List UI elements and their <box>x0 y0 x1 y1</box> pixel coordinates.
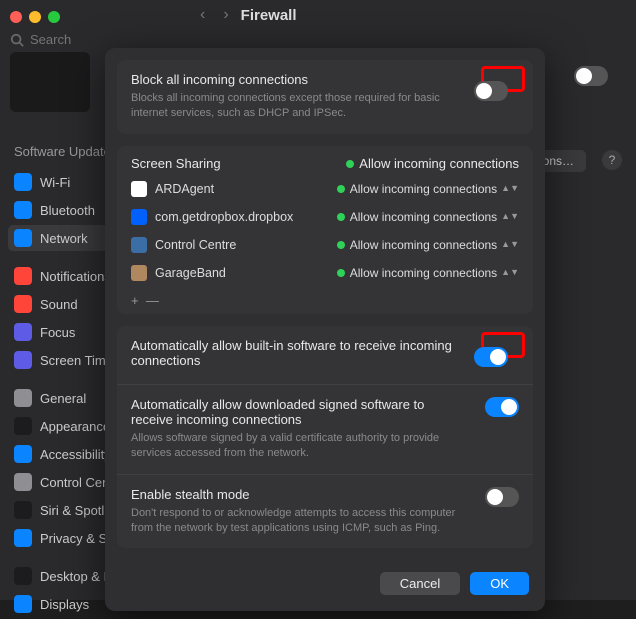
sidebar-icon <box>14 267 32 285</box>
sidebar-icon <box>14 229 32 247</box>
sidebar-item-label: General <box>40 391 86 406</box>
stealth-title: Enable stealth mode <box>131 487 519 502</box>
cancel-button[interactable]: Cancel <box>380 572 460 595</box>
app-status-dropdown[interactable]: Allow incoming connections▲▼ <box>337 266 519 280</box>
sidebar-item-label: Screen Time <box>40 353 113 368</box>
app-status-dropdown[interactable]: Allow incoming connections▲▼ <box>337 182 519 196</box>
auto-signed-toggle[interactable] <box>485 397 519 417</box>
stealth-desc: Don't respond to or acknowledge attempts… <box>131 506 519 537</box>
chevron-updown-icon: ▲▼ <box>501 270 519 275</box>
sidebar-icon <box>14 351 32 369</box>
window-close[interactable] <box>10 11 22 23</box>
page-title: Firewall <box>241 7 297 24</box>
window-minimize[interactable] <box>29 11 41 23</box>
sidebar-icon <box>14 323 32 341</box>
chevron-updown-icon: ▲▼ <box>501 214 519 219</box>
app-row[interactable]: com.getdropbox.dropbox Allow incoming con… <box>117 203 533 231</box>
search-input[interactable] <box>30 32 170 47</box>
app-row[interactable]: GarageBand Allow incoming connections▲▼ <box>117 259 533 287</box>
status-dot-icon <box>337 241 345 249</box>
app-name: ARDAgent <box>155 182 214 196</box>
sidebar-icon <box>14 529 32 547</box>
app-row[interactable]: ARDAgent Allow incoming connections▲▼ <box>117 175 533 203</box>
auto-builtin-title: Automatically allow built-in software to… <box>131 338 519 368</box>
highlight-box <box>481 66 525 92</box>
sidebar-icon <box>14 201 32 219</box>
sidebar-icon <box>14 417 32 435</box>
app-icon <box>131 181 147 197</box>
app-name: GarageBand <box>155 266 226 280</box>
sidebar-icon <box>14 567 32 585</box>
add-app-button[interactable]: + <box>131 293 139 308</box>
remove-app-button[interactable]: — <box>146 293 159 308</box>
help-button[interactable]: ? <box>602 150 622 170</box>
window-maximize[interactable] <box>48 11 60 23</box>
sidebar-icon <box>14 473 32 491</box>
sidebar-icon <box>14 173 32 191</box>
sidebar-item-label: Bluetooth <box>40 203 95 218</box>
sidebar-item-label: Displays <box>40 597 89 612</box>
ok-button[interactable]: OK <box>470 572 529 595</box>
sidebar-item-label: Notifications <box>40 269 111 284</box>
sidebar-item-label: Network <box>40 231 88 246</box>
app-name: Control Centre <box>155 238 236 252</box>
search-icon <box>10 33 24 47</box>
sidebar-item-label: Appearance <box>40 419 110 434</box>
sidebar-item-label: Focus <box>40 325 75 340</box>
app-icon <box>131 209 147 225</box>
status-dot-icon <box>337 213 345 221</box>
status-dot-icon <box>337 185 345 193</box>
sidebar-icon <box>14 501 32 519</box>
list-header-right: Allow incoming connections <box>346 156 519 171</box>
firewall-options-modal: Block all incoming connections Blocks al… <box>105 48 545 611</box>
auto-signed-title: Automatically allow downloaded signed so… <box>131 397 519 427</box>
block-all-title: Block all incoming connections <box>131 72 519 87</box>
app-name: com.getdropbox.dropbox <box>155 210 293 224</box>
auto-builtin-toggle[interactable] <box>474 347 508 367</box>
highlight-box <box>481 332 525 358</box>
firewall-toggle[interactable] <box>574 66 608 86</box>
account-tile[interactable] <box>10 52 90 112</box>
status-dot-icon <box>346 160 354 168</box>
sidebar-icon <box>14 295 32 313</box>
stealth-toggle[interactable] <box>485 487 519 507</box>
list-header-left: Screen Sharing <box>131 156 221 171</box>
app-icon <box>131 237 147 253</box>
app-icon <box>131 265 147 281</box>
chevron-updown-icon: ▲▼ <box>501 242 519 247</box>
sidebar-item-label: Wi-Fi <box>40 175 70 190</box>
chevron-updown-icon: ▲▼ <box>501 186 519 191</box>
status-dot-icon <box>337 269 345 277</box>
block-all-desc: Blocks all incoming connections except t… <box>131 91 519 122</box>
app-status-dropdown[interactable]: Allow incoming connections▲▼ <box>337 238 519 252</box>
nav-forward-icon[interactable]: › <box>223 6 228 24</box>
app-status-dropdown[interactable]: Allow incoming connections▲▼ <box>337 210 519 224</box>
sidebar-icon <box>14 445 32 463</box>
nav-back-icon[interactable]: ‹ <box>200 6 205 24</box>
sidebar-item-label: Accessibility <box>40 447 111 462</box>
app-row[interactable]: Control Centre Allow incoming connections… <box>117 231 533 259</box>
sidebar-icon <box>14 389 32 407</box>
sidebar-item-label: Sound <box>40 297 78 312</box>
auto-signed-desc: Allows software signed by a valid certif… <box>131 431 519 462</box>
block-all-toggle[interactable] <box>474 81 508 101</box>
sidebar-icon <box>14 595 32 613</box>
